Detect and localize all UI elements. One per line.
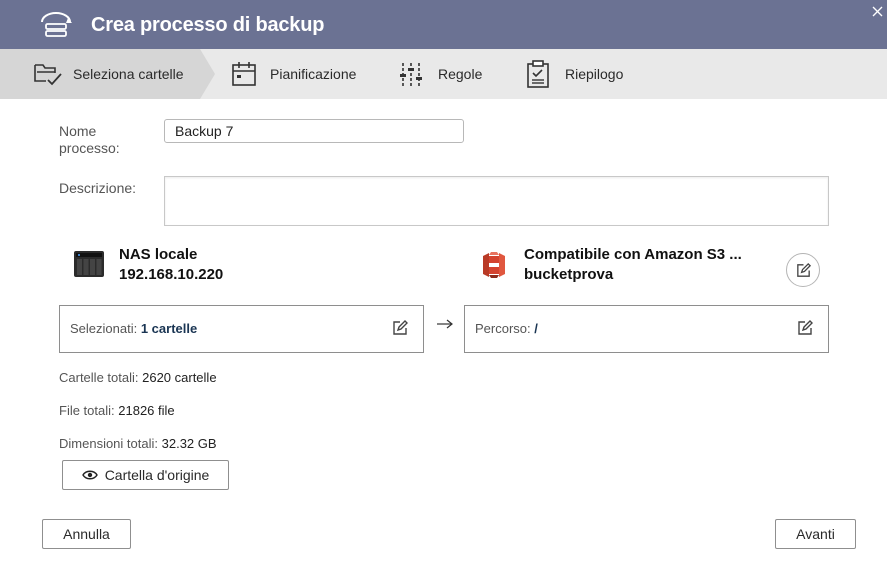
s3-bucket-icon	[483, 252, 505, 278]
description-label: Descrizione:	[59, 180, 137, 196]
folder-check-icon	[34, 64, 62, 86]
step-label: Regole	[438, 66, 483, 82]
edit-source-icon[interactable]	[391, 319, 409, 337]
step-summary[interactable]: Riepilogo	[525, 49, 623, 99]
path-label: Percorso:	[475, 321, 531, 336]
clipboard-icon	[527, 60, 549, 88]
destination-device-name: Compatibile con Amazon S3 ...	[524, 246, 742, 263]
arrow-right-icon	[437, 319, 453, 329]
selected-value: 1 cartelle	[140, 321, 198, 336]
path-value: /	[534, 321, 538, 336]
total-size: Dimensioni totali: 32.32 GB	[59, 436, 217, 451]
process-name-label: Nome processo:	[59, 123, 120, 157]
sliders-icon	[400, 63, 422, 86]
total-files: File totali: 21826 file	[59, 403, 175, 418]
description-textarea[interactable]	[164, 176, 829, 226]
cancel-button[interactable]: Annulla	[42, 519, 131, 549]
total-folders: Cartelle totali: 2620 cartelle	[59, 370, 217, 385]
nas-device-icon	[74, 251, 104, 277]
process-name-label-line2: processo:	[59, 140, 120, 156]
total-size-value: 32.32 GB	[161, 436, 217, 451]
edit-destination-button[interactable]	[786, 253, 820, 287]
step-select-folders[interactable]: Seleziona cartelle	[33, 49, 184, 99]
source-device: NAS locale 192.168.10.220	[119, 245, 223, 285]
backup-app-icon	[41, 12, 72, 37]
calendar-icon	[232, 62, 256, 86]
total-folders-label: Cartelle totali:	[59, 370, 139, 385]
total-size-label: Dimensioni totali:	[59, 436, 158, 451]
eye-icon	[81, 470, 98, 480]
destination-bucket-name: bucketprova	[524, 266, 614, 283]
close-icon[interactable]	[869, 4, 887, 20]
step-label: Riepilogo	[565, 66, 624, 82]
destination-path-box: Percorso: /	[464, 305, 829, 353]
step-label: Pianificazione	[270, 66, 357, 82]
total-folders-value: 2620 cartelle	[142, 370, 217, 385]
process-name-label-line1: Nome	[59, 123, 97, 139]
destination-device: Compatibile con Amazon S3 ... bucketprov…	[524, 245, 742, 285]
edit-path-icon[interactable]	[796, 319, 814, 337]
step-schedule[interactable]: Pianificazione	[230, 49, 356, 99]
source-selection-box: Selezionati: 1 cartelle	[59, 305, 424, 353]
process-name-input[interactable]: Backup 7	[164, 119, 464, 143]
wizard-steps: Seleziona cartelle Pianificazione Regole…	[0, 49, 887, 99]
next-button[interactable]: Avanti	[775, 519, 856, 549]
source-device-address: 192.168.10.220	[119, 266, 224, 283]
edit-icon	[797, 262, 812, 277]
step-rules[interactable]: Regole	[398, 49, 482, 99]
selected-label: Selezionati:	[70, 321, 138, 336]
source-folder-button[interactable]: Cartella d'origine	[62, 460, 229, 490]
create-backup-dialog: Crea processo di backup Seleziona cartel…	[0, 0, 887, 565]
destination-path-text: Percorso: /	[475, 321, 538, 336]
dialog-title: Crea processo di backup	[91, 14, 325, 36]
total-files-label: File totali:	[59, 403, 115, 418]
dialog-header: Crea processo di backup	[0, 0, 887, 49]
source-folder-button-label: Cartella d'origine	[104, 467, 210, 483]
total-files-value: 21826 file	[118, 403, 175, 418]
step-label: Seleziona cartelle	[73, 66, 184, 82]
source-device-name: NAS locale	[119, 246, 198, 263]
selected-folders-text: Selezionati: 1 cartelle	[70, 321, 197, 336]
